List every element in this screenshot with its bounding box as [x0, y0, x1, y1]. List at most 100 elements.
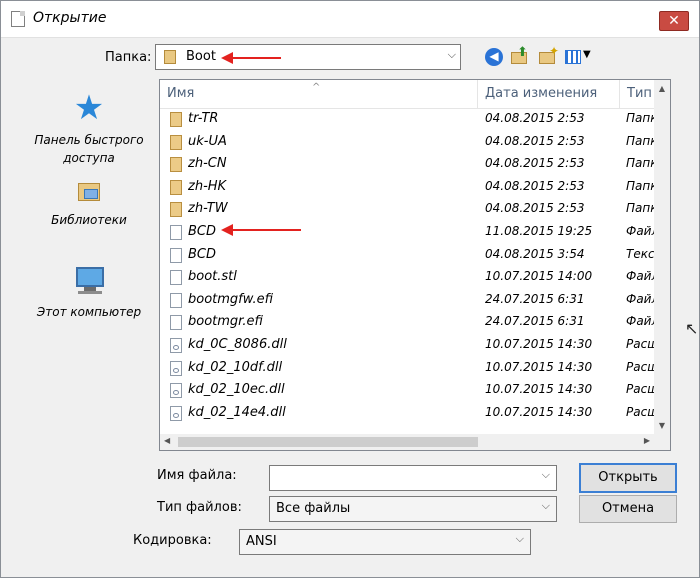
dll-file-icon — [170, 405, 182, 421]
encoding-label: Кодировка: — [133, 533, 212, 548]
place-libraries[interactable]: Библиотеки — [21, 177, 157, 229]
file-date: 04.08.2015 2:53 — [485, 201, 585, 216]
folder-icon — [170, 157, 182, 173]
chevron-down-icon: ⌵ — [515, 532, 524, 545]
file-icon — [170, 270, 182, 286]
place-label: Панель быстрого доступа — [34, 133, 144, 165]
encoding-select[interactable]: ANSI ⌵ — [239, 529, 531, 555]
view-grid-icon — [565, 50, 581, 64]
file-row[interactable]: bootmgr.efi 24.07.2015 6:31 Файл — [160, 311, 659, 334]
file-date: 24.07.2015 6:31 — [485, 291, 585, 306]
file-date: 04.08.2015 2:53 — [485, 133, 585, 148]
file-row[interactable]: zh-CN 04.08.2015 2:53 Папка — [160, 153, 665, 176]
view-menu-button[interactable]: ▼ — [565, 48, 595, 66]
file-date: 11.08.2015 19:25 — [485, 223, 593, 238]
scroll-right-icon[interactable]: ▶ — [644, 436, 650, 445]
file-date: 10.07.2015 14:30 — [485, 336, 593, 351]
file-row[interactable]: kd_02_10df.dll 10.07.2015 14:30 Расши — [160, 357, 666, 380]
file-rows: tr-TR 04.08.2015 2:53 Папка uk-UA 04.08.2015… — [160, 108, 666, 425]
column-date[interactable]: Дата изменения — [478, 80, 620, 108]
column-header: Имя ^ Дата изменения Тип — [160, 80, 656, 109]
scroll-left-icon[interactable]: ◀ — [164, 436, 170, 445]
scroll-up-icon[interactable]: ▲ — [654, 84, 670, 93]
cancel-button[interactable]: Отмена — [579, 495, 677, 523]
encoding-value: ANSI — [246, 534, 277, 549]
file-icon — [170, 315, 182, 331]
file-row[interactable]: zh-TW 04.08.2015 2:53 Папка — [160, 198, 665, 221]
file-icon — [170, 224, 182, 240]
filename-input[interactable]: ⌵ — [269, 465, 557, 491]
folder-icon — [164, 50, 176, 64]
file-date: 10.07.2015 14:30 — [485, 404, 593, 419]
file-row[interactable]: kd_0C_8086.dll 10.07.2015 14:30 Расши — [160, 334, 666, 357]
file-row[interactable]: bootmgfw.efi 24.07.2015 6:31 Файл — [160, 289, 659, 312]
places-bar: ★ Панель быстрого доступа Библиотеки Это… — [21, 79, 157, 439]
file-row[interactable]: BCD 04.08.2015 3:54 Текст — [160, 244, 662, 267]
file-date: 04.08.2015 2:53 — [485, 178, 585, 193]
file-icon — [170, 292, 182, 308]
file-name: zh-HK — [188, 178, 227, 194]
computer-icon — [70, 265, 108, 299]
place-label: Этот компьютер — [36, 305, 142, 319]
file-row[interactable]: kd_02_10ec.dll 10.07.2015 14:30 Расши — [160, 379, 666, 402]
annotation-arrow-bcd — [221, 224, 301, 236]
file-name: bootmgfw.efi — [188, 291, 274, 307]
up-folder-button[interactable]: ⬆ — [511, 45, 529, 66]
file-date: 24.07.2015 6:31 — [485, 314, 585, 329]
arrow-up-icon: ⬆ — [517, 45, 528, 60]
file-row[interactable]: kd_02_14e4.dll 10.07.2015 14:30 Расши — [160, 402, 666, 425]
scroll-down-icon[interactable]: ▼ — [654, 421, 670, 430]
title-bar: Открытие ✕ — [1, 1, 699, 38]
window-title: Открытие — [33, 10, 107, 26]
lookin-combo[interactable]: Boot ⌵ — [155, 44, 461, 70]
dll-file-icon — [170, 360, 182, 376]
file-row[interactable]: BCD 11.08.2015 19:25 Файл — [160, 221, 659, 244]
column-name-label: Имя — [167, 86, 195, 101]
file-name: BCD — [188, 223, 217, 239]
file-list[interactable]: Имя ^ Дата изменения Тип tr-TR 04.08.2015… — [159, 79, 671, 451]
file-date: 04.08.2015 2:53 — [485, 156, 585, 171]
folder-icon — [170, 179, 182, 195]
place-this-pc[interactable]: Этот компьютер — [21, 265, 157, 321]
file-name: kd_02_14e4.dll — [188, 404, 286, 420]
filetype-select[interactable]: Все файлы ⌵ — [269, 496, 557, 522]
folder-icon — [170, 134, 182, 150]
file-name: bootmgr.efi — [188, 314, 263, 330]
file-row[interactable]: zh-HK 04.08.2015 2:53 Папка — [160, 176, 665, 199]
vertical-scrollbar[interactable]: ▲ ▼ — [654, 80, 670, 434]
back-button[interactable]: ◀ — [485, 48, 503, 66]
place-quick-access[interactable]: ★ Панель быстрого доступа — [21, 91, 157, 167]
file-row[interactable]: boot.stl 10.07.2015 14:00 Файл — [160, 266, 659, 289]
dll-file-icon — [170, 383, 182, 399]
lookin-label: Папка: — [105, 50, 152, 65]
mouse-cursor-icon: ↖ — [685, 319, 699, 338]
chevron-down-icon: ⌵ — [541, 468, 550, 481]
column-name[interactable]: Имя ^ — [160, 80, 478, 108]
file-name: kd_02_10ec.dll — [188, 382, 285, 398]
place-label: Библиотеки — [51, 213, 127, 227]
file-icon — [170, 247, 182, 263]
folder-icon — [170, 112, 182, 127]
filename-label: Имя файла: — [157, 468, 237, 483]
file-row[interactable]: uk-UA 04.08.2015 2:53 Папка — [160, 131, 665, 154]
filetype-value: Все файлы — [276, 501, 351, 516]
file-date: 04.08.2015 3:54 — [485, 246, 585, 261]
file-name: kd_0C_8086.dll — [188, 336, 287, 352]
file-date: 10.07.2015 14:30 — [485, 382, 593, 397]
horizontal-scrollbar[interactable]: ◀ ▶ — [160, 434, 656, 450]
new-folder-button[interactable]: ✦ — [539, 44, 559, 66]
document-icon — [11, 11, 25, 27]
star-icon: ★ — [73, 88, 105, 128]
file-name: BCD — [188, 246, 217, 262]
open-button[interactable]: Открыть — [579, 463, 677, 493]
file-date: 10.07.2015 14:30 — [485, 359, 593, 374]
library-icon — [74, 177, 104, 207]
scroll-corner — [654, 434, 670, 450]
filetype-label: Тип файлов: — [157, 500, 242, 515]
close-button[interactable]: ✕ — [659, 11, 689, 31]
file-name: zh-CN — [188, 156, 227, 172]
sparkle-icon: ✦ — [549, 44, 560, 58]
file-name: tr-TR — [188, 111, 219, 126]
scroll-thumb[interactable] — [178, 437, 478, 447]
file-row[interactable]: tr-TR 04.08.2015 2:53 Папка — [160, 108, 665, 131]
